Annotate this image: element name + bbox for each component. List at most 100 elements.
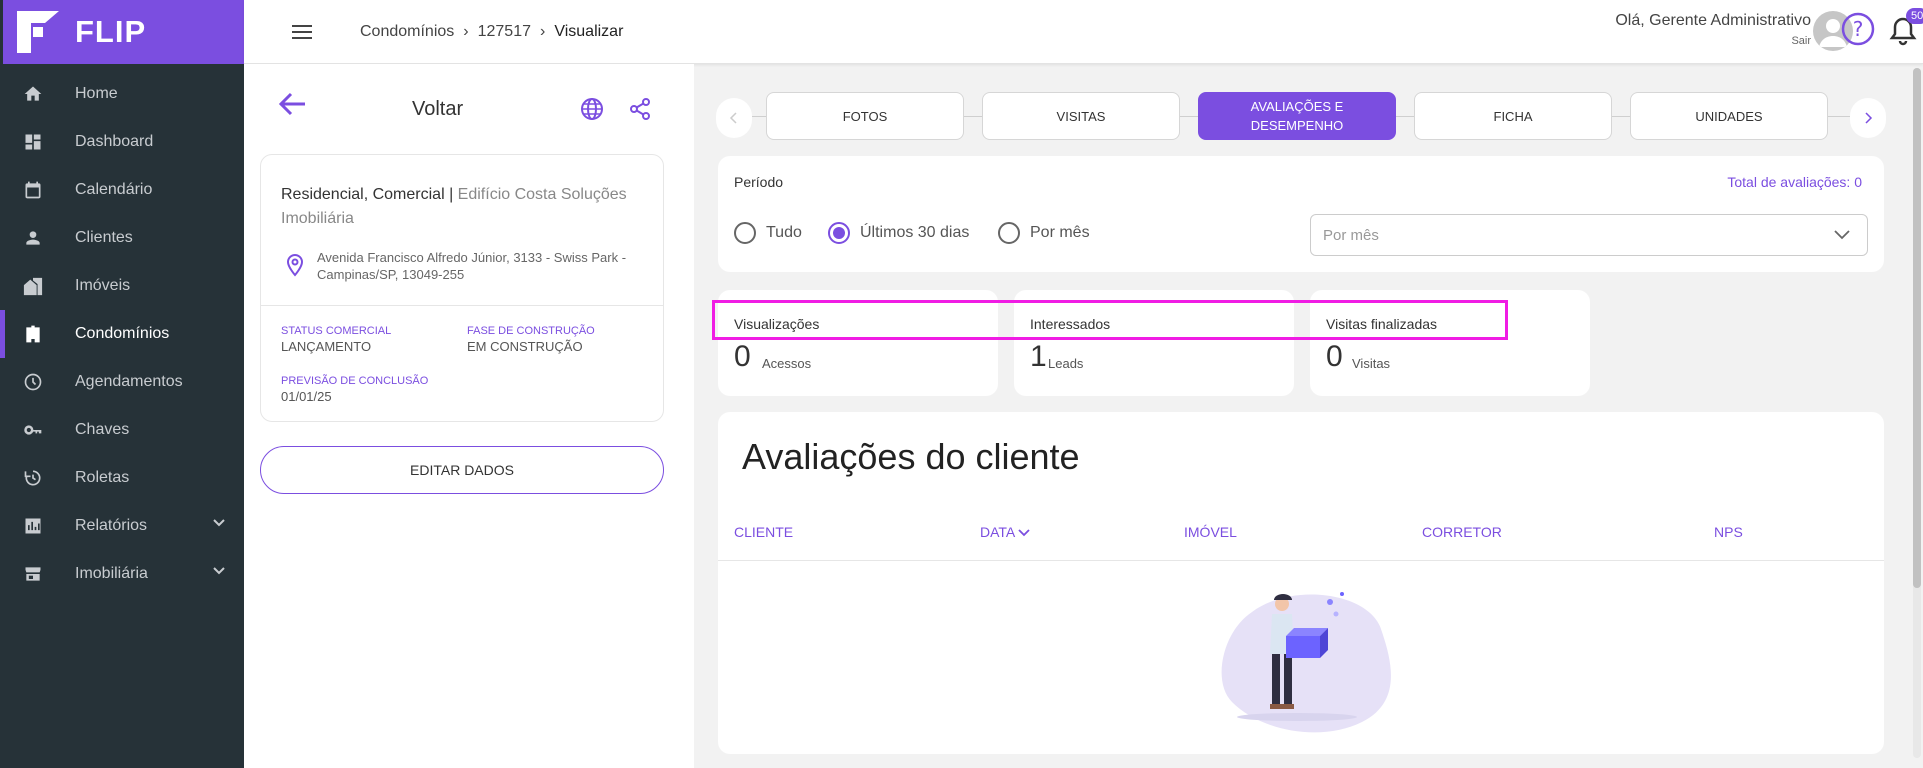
column-data-label: DATA bbox=[980, 524, 1015, 540]
sidebar-item-label: Imobiliária bbox=[75, 565, 148, 582]
column-nps[interactable]: NPS bbox=[1714, 524, 1743, 540]
radio-checked-icon bbox=[828, 222, 850, 244]
sidebar-item-label: Relatórios bbox=[75, 517, 148, 534]
status-value: LANÇAMENTO bbox=[281, 339, 372, 354]
sidebar-item-relatorios[interactable]: Relatórios bbox=[3, 502, 244, 550]
radio-label: Tudo bbox=[766, 224, 802, 241]
property-icon bbox=[21, 274, 45, 298]
type-separator: | bbox=[444, 186, 458, 203]
tab-ficha[interactable]: FICHA bbox=[1414, 92, 1612, 140]
forecast-value: 01/01/25 bbox=[281, 389, 332, 404]
clock-icon bbox=[21, 370, 45, 394]
tab-avaliacoes[interactable]: AVALIAÇÕES E DESEMPENHO bbox=[1198, 92, 1396, 140]
back-label[interactable]: Voltar bbox=[412, 98, 463, 121]
empty-state-illustration bbox=[1212, 582, 1412, 747]
report-icon bbox=[21, 514, 45, 538]
reviews-card: Avaliações do cliente CLIENTE DATA IMÓVE… bbox=[718, 412, 1884, 754]
brand-header[interactable]: FLIP bbox=[3, 0, 244, 64]
sidebar-item-label: Agendamentos bbox=[75, 373, 183, 390]
sidebar-item-label: Calendário bbox=[75, 181, 153, 198]
table-header-divider bbox=[718, 560, 1884, 561]
breadcrumb-current: Visualizar bbox=[554, 22, 624, 40]
flip-logo-icon bbox=[15, 9, 61, 55]
tab-unidades[interactable]: UNIDADES bbox=[1630, 92, 1828, 140]
tab-visitas[interactable]: VISITAS bbox=[982, 92, 1180, 140]
radio-label: Últimos 30 dias bbox=[860, 224, 970, 241]
sidebar: FLIP Home Dashboard Calendário Clientes … bbox=[0, 0, 244, 768]
notification-bell-icon[interactable]: 50 bbox=[1889, 8, 1923, 51]
total-reviews: Total de avaliações: 0 bbox=[1727, 174, 1862, 190]
sidebar-item-clientes[interactable]: Clientes bbox=[3, 214, 244, 262]
column-data[interactable]: DATA bbox=[980, 524, 1031, 540]
help-icon[interactable]: ? bbox=[1841, 12, 1875, 51]
menu-icon[interactable] bbox=[292, 21, 312, 43]
logout-link[interactable]: Sair bbox=[1615, 35, 1811, 47]
sidebar-item-calendario[interactable]: Calendário bbox=[3, 166, 244, 214]
scrollbar[interactable] bbox=[1913, 68, 1921, 758]
sidebar-item-condominios[interactable]: Condomínios bbox=[0, 310, 244, 358]
calendar-icon bbox=[21, 178, 45, 202]
panel-header: Voltar bbox=[244, 64, 694, 154]
column-cliente[interactable]: CLIENTE bbox=[734, 524, 793, 540]
location-pin-icon bbox=[285, 253, 305, 282]
dashboard-icon bbox=[21, 130, 45, 154]
column-imovel[interactable]: IMÓVEL bbox=[1184, 524, 1237, 540]
phase-label: FASE DE CONSTRUÇÃO bbox=[467, 325, 595, 337]
condominium-details-panel: Voltar Residencial, Comercial | Edifício… bbox=[244, 64, 694, 768]
sidebar-item-label: Roletas bbox=[75, 469, 130, 486]
chevron-down-icon bbox=[212, 516, 226, 535]
breadcrumb-id[interactable]: 127517 bbox=[478, 23, 531, 41]
globe-icon[interactable] bbox=[580, 97, 604, 126]
store-icon bbox=[21, 562, 45, 586]
reviews-title: Avaliações do cliente bbox=[742, 436, 1080, 477]
sidebar-item-imobiliaria[interactable]: Imobiliária bbox=[3, 550, 244, 598]
chevron-down-icon bbox=[1833, 227, 1851, 245]
sidebar-item-chaves[interactable]: Chaves bbox=[3, 406, 244, 454]
breadcrumb-separator-icon: › bbox=[463, 22, 469, 40]
sidebar-item-label: Home bbox=[75, 85, 118, 102]
sidebar-item-imoveis[interactable]: Imóveis bbox=[3, 262, 244, 310]
radio-por-mes[interactable]: Por mês bbox=[998, 222, 1090, 244]
radio-circle-icon bbox=[998, 222, 1020, 244]
share-icon[interactable] bbox=[628, 97, 652, 126]
sidebar-item-label: Clientes bbox=[75, 229, 133, 246]
tabs-row: FOTOS VISITAS AVALIAÇÕES E DESEMPENHO FI… bbox=[716, 92, 1888, 142]
status-field: STATUS COMERCIAL LANÇAMENTO bbox=[281, 325, 391, 354]
chevron-down-icon bbox=[1018, 524, 1031, 540]
breadcrumb-separator-icon: › bbox=[540, 22, 546, 40]
tabs-prev-button[interactable] bbox=[716, 98, 752, 138]
radio-ultimos-30-dias[interactable]: Últimos 30 dias bbox=[828, 222, 969, 244]
sidebar-item-label: Imóveis bbox=[75, 277, 131, 294]
user-greeting: Olá, Gerente Administrativo bbox=[1615, 12, 1811, 29]
month-select[interactable]: Por mês bbox=[1310, 214, 1868, 256]
sidebar-item-dashboard[interactable]: Dashboard bbox=[3, 118, 244, 166]
tabs-next-button[interactable] bbox=[1850, 98, 1886, 138]
property-types: Residencial, Comercial bbox=[281, 186, 445, 203]
sidebar-item-roletas[interactable]: Roletas bbox=[3, 454, 244, 502]
sidebar-item-label: Condomínios bbox=[75, 325, 170, 342]
sidebar-item-home[interactable]: Home bbox=[3, 70, 244, 118]
info-card: Residencial, Comercial | Edifício Costa … bbox=[260, 154, 664, 422]
radio-circle-icon bbox=[734, 222, 756, 244]
stat-unit: Leads bbox=[1048, 356, 1084, 371]
column-corretor[interactable]: CORRETOR bbox=[1422, 524, 1502, 540]
radio-tudo[interactable]: Tudo bbox=[734, 222, 802, 244]
phase-field: FASE DE CONSTRUÇÃO EM CONSTRUÇÃO bbox=[467, 325, 595, 354]
home-icon bbox=[21, 82, 45, 106]
tab-avaliacoes-label: AVALIAÇÕES E DESEMPENHO bbox=[1250, 99, 1344, 133]
stat-unit: Acessos bbox=[762, 356, 812, 371]
scrollbar-thumb[interactable] bbox=[1913, 68, 1921, 588]
chevron-down-icon bbox=[212, 564, 226, 583]
sidebar-item-agendamentos[interactable]: Agendamentos bbox=[3, 358, 244, 406]
sidebar-nav: Home Dashboard Calendário Clientes Imóve… bbox=[0, 64, 244, 598]
breadcrumb-condominios[interactable]: Condomínios bbox=[360, 23, 454, 41]
back-arrow-icon[interactable] bbox=[278, 90, 308, 123]
phase-value: EM CONSTRUÇÃO bbox=[467, 339, 583, 354]
building-icon bbox=[21, 322, 45, 346]
period-filter-card: Período Total de avaliações: 0 Tudo Últi… bbox=[718, 156, 1884, 272]
notification-badge: 50 bbox=[1906, 8, 1923, 24]
radio-label: Por mês bbox=[1030, 224, 1090, 241]
edit-data-button[interactable]: EDITAR DADOS bbox=[260, 446, 664, 494]
tab-fotos[interactable]: FOTOS bbox=[766, 92, 964, 140]
sidebar-item-label: Dashboard bbox=[75, 133, 154, 150]
